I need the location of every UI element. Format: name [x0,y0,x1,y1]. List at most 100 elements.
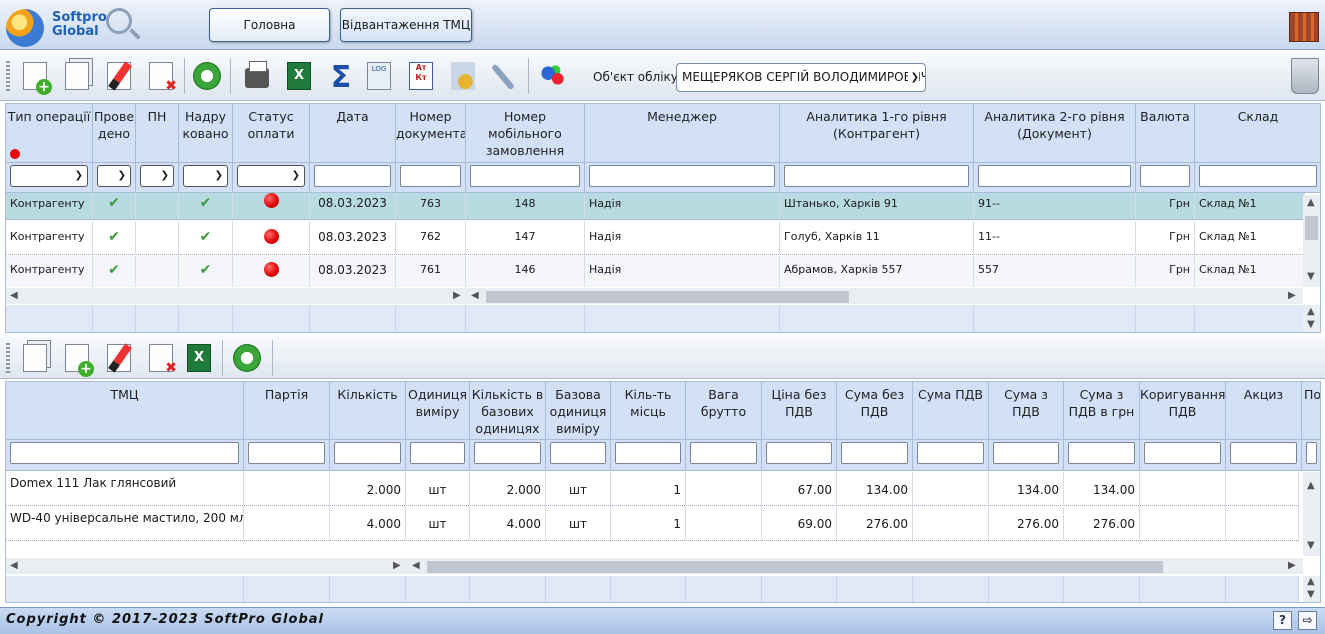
export-excel-button[interactable]: X [182,341,216,375]
delete-document-button[interactable] [144,59,178,94]
scroll-up-icon[interactable]: ▲ [1307,576,1315,587]
filter-select[interactable]: ❯ [237,165,305,187]
col-gross-weight[interactable]: Вага брутто [686,382,762,439]
table-row[interactable]: WD-40 універсальне мастило, 200 мл 4.000… [6,507,1299,541]
scroll-right-icon[interactable]: ▶ [393,560,401,571]
scroll-up-icon[interactable]: ▲ [1307,197,1315,208]
horizontal-scrollbar-frozen[interactable]: ◀ ▶ [6,558,406,574]
totals-button[interactable]: Σ [324,59,358,94]
scroll-left-icon[interactable]: ◀ [10,290,18,301]
shapes-button[interactable] [536,59,570,93]
edit-document-button[interactable] [102,59,136,93]
tab-shipment[interactable]: Відвантаження ТМЦ [340,8,472,42]
export-excel-button[interactable]: X [282,59,316,93]
scroll-left-icon[interactable]: ◀ [10,560,18,571]
refresh-items-button[interactable] [230,341,264,375]
settings-button[interactable] [488,59,522,93]
payment-button[interactable] [446,59,480,93]
filter-input[interactable] [400,165,461,187]
filter-input[interactable] [993,442,1059,464]
col-doc-number[interactable]: Номер документа [396,104,466,162]
totals-scrollbar[interactable]: ▲ ▼ [1303,576,1320,602]
filter-input[interactable] [474,442,541,464]
log-button[interactable]: LOG [362,59,396,93]
print-button[interactable] [240,59,274,93]
filter-input[interactable] [615,442,681,464]
add-item-button[interactable] [60,341,94,377]
filter-input[interactable] [10,442,239,464]
col-mobile-number[interactable]: Номер мобільного замовлення [466,104,585,162]
filter-input[interactable] [784,165,969,187]
col-unit[interactable]: Одиниця виміру [406,382,470,439]
filter-select[interactable]: ❯ [97,165,131,187]
col-analytics2[interactable]: Аналитика 2-го рівня (Документ) [974,104,1136,162]
help-button[interactable]: ? [1273,611,1292,630]
scroll-down-icon[interactable]: ▼ [1307,319,1315,330]
filter-input[interactable] [917,442,984,464]
filter-input[interactable] [550,442,606,464]
scroll-down-icon[interactable]: ▼ [1307,271,1315,282]
add-document-button[interactable] [18,59,52,95]
vertical-scrollbar[interactable]: ▲ ▼ [1303,195,1320,287]
edit-item-button[interactable] [102,341,136,375]
filter-input[interactable] [978,165,1131,187]
filter-input[interactable] [1068,442,1135,464]
filter-input[interactable] [470,165,580,187]
col-excise[interactable]: Акциз [1226,382,1302,439]
filter-input[interactable] [334,442,401,464]
totals-scrollbar[interactable]: ▲ ▼ [1303,305,1320,332]
col-pn[interactable]: ПН [136,104,179,162]
trash-icon[interactable] [1291,58,1319,94]
filter-input[interactable] [1199,165,1317,187]
refresh-button[interactable] [190,59,224,93]
col-item[interactable]: ТМЦ [6,382,244,439]
copy-item-button[interactable] [18,341,52,375]
copy-document-button[interactable] [60,59,94,93]
col-quantity[interactable]: Кількість [330,382,406,439]
col-currency[interactable]: Валюта [1136,104,1195,162]
table-row[interactable]: Контрагенту ✔ ✔ 08.03.2023 761 146 Надія… [6,256,1305,287]
col-vat-correction[interactable]: Коригування ПДВ [1140,382,1226,439]
col-printed[interactable]: Надру ковано [179,104,233,162]
col-vat-sum[interactable]: Сума ПДВ [913,382,989,439]
filter-input[interactable] [248,442,325,464]
col-price-no-vat[interactable]: Ціна без ПДВ [762,382,837,439]
col-sum-with-vat-uah[interactable]: Сума з ПДВ в грн [1064,382,1140,439]
col-places[interactable]: Кіль-ть місць [611,382,686,439]
filter-select[interactable]: ❯ [183,165,228,187]
table-row[interactable]: Контрагенту ✔ ✔ 08.03.2023 763 148 Надія… [6,193,1305,220]
filter-input[interactable] [1140,165,1190,187]
filter-input[interactable] [1144,442,1221,464]
col-manager[interactable]: Менеджер [585,104,780,162]
col-more[interactable]: По [1302,382,1320,439]
filter-input[interactable] [690,442,757,464]
col-sum-with-vat[interactable]: Сума з ПДВ [989,382,1064,439]
col-payment-status[interactable]: Статус оплати [233,104,310,162]
horizontal-scrollbar-frozen[interactable]: ◀ ▶ [6,288,466,304]
col-date[interactable]: Дата [310,104,396,162]
books-icon[interactable] [1289,12,1319,42]
col-batch[interactable]: Партія [244,382,330,439]
table-row[interactable]: Domex 111 Лак глянсовий 2.000 шт 2.000 ш… [6,472,1299,506]
tab-home[interactable]: Головна [209,8,330,42]
logout-icon[interactable]: ⇨ [1298,611,1317,630]
scroll-right-icon[interactable]: ▶ [1288,290,1296,301]
table-row[interactable]: Контрагенту ✔ ✔ 08.03.2023 762 147 Надія… [6,221,1305,255]
scroll-right-icon[interactable]: ▶ [1288,560,1296,571]
horizontal-scrollbar[interactable]: ◀ ▶ [406,558,1303,574]
col-posted[interactable]: Прове дено [93,104,136,162]
scroll-up-icon[interactable]: ▲ [1307,306,1315,317]
filter-input[interactable] [589,165,775,187]
filter-input[interactable] [410,442,465,464]
filter-input[interactable] [1306,442,1317,464]
filter-input[interactable] [1230,442,1297,464]
delete-item-button[interactable] [144,341,178,376]
scroll-up-icon[interactable]: ▲ [1307,480,1315,491]
scroll-left-icon[interactable]: ◀ [471,290,479,301]
col-warehouse[interactable]: Склад [1195,104,1320,162]
horizontal-scrollbar[interactable]: ◀ ▶ [466,288,1303,304]
col-sum-no-vat[interactable]: Сума без ПДВ [837,382,913,439]
col-base-quantity[interactable]: Кількість в базових одиницях [470,382,546,439]
col-base-unit[interactable]: Базова одиниця виміру [546,382,611,439]
search-icon[interactable] [106,8,132,34]
